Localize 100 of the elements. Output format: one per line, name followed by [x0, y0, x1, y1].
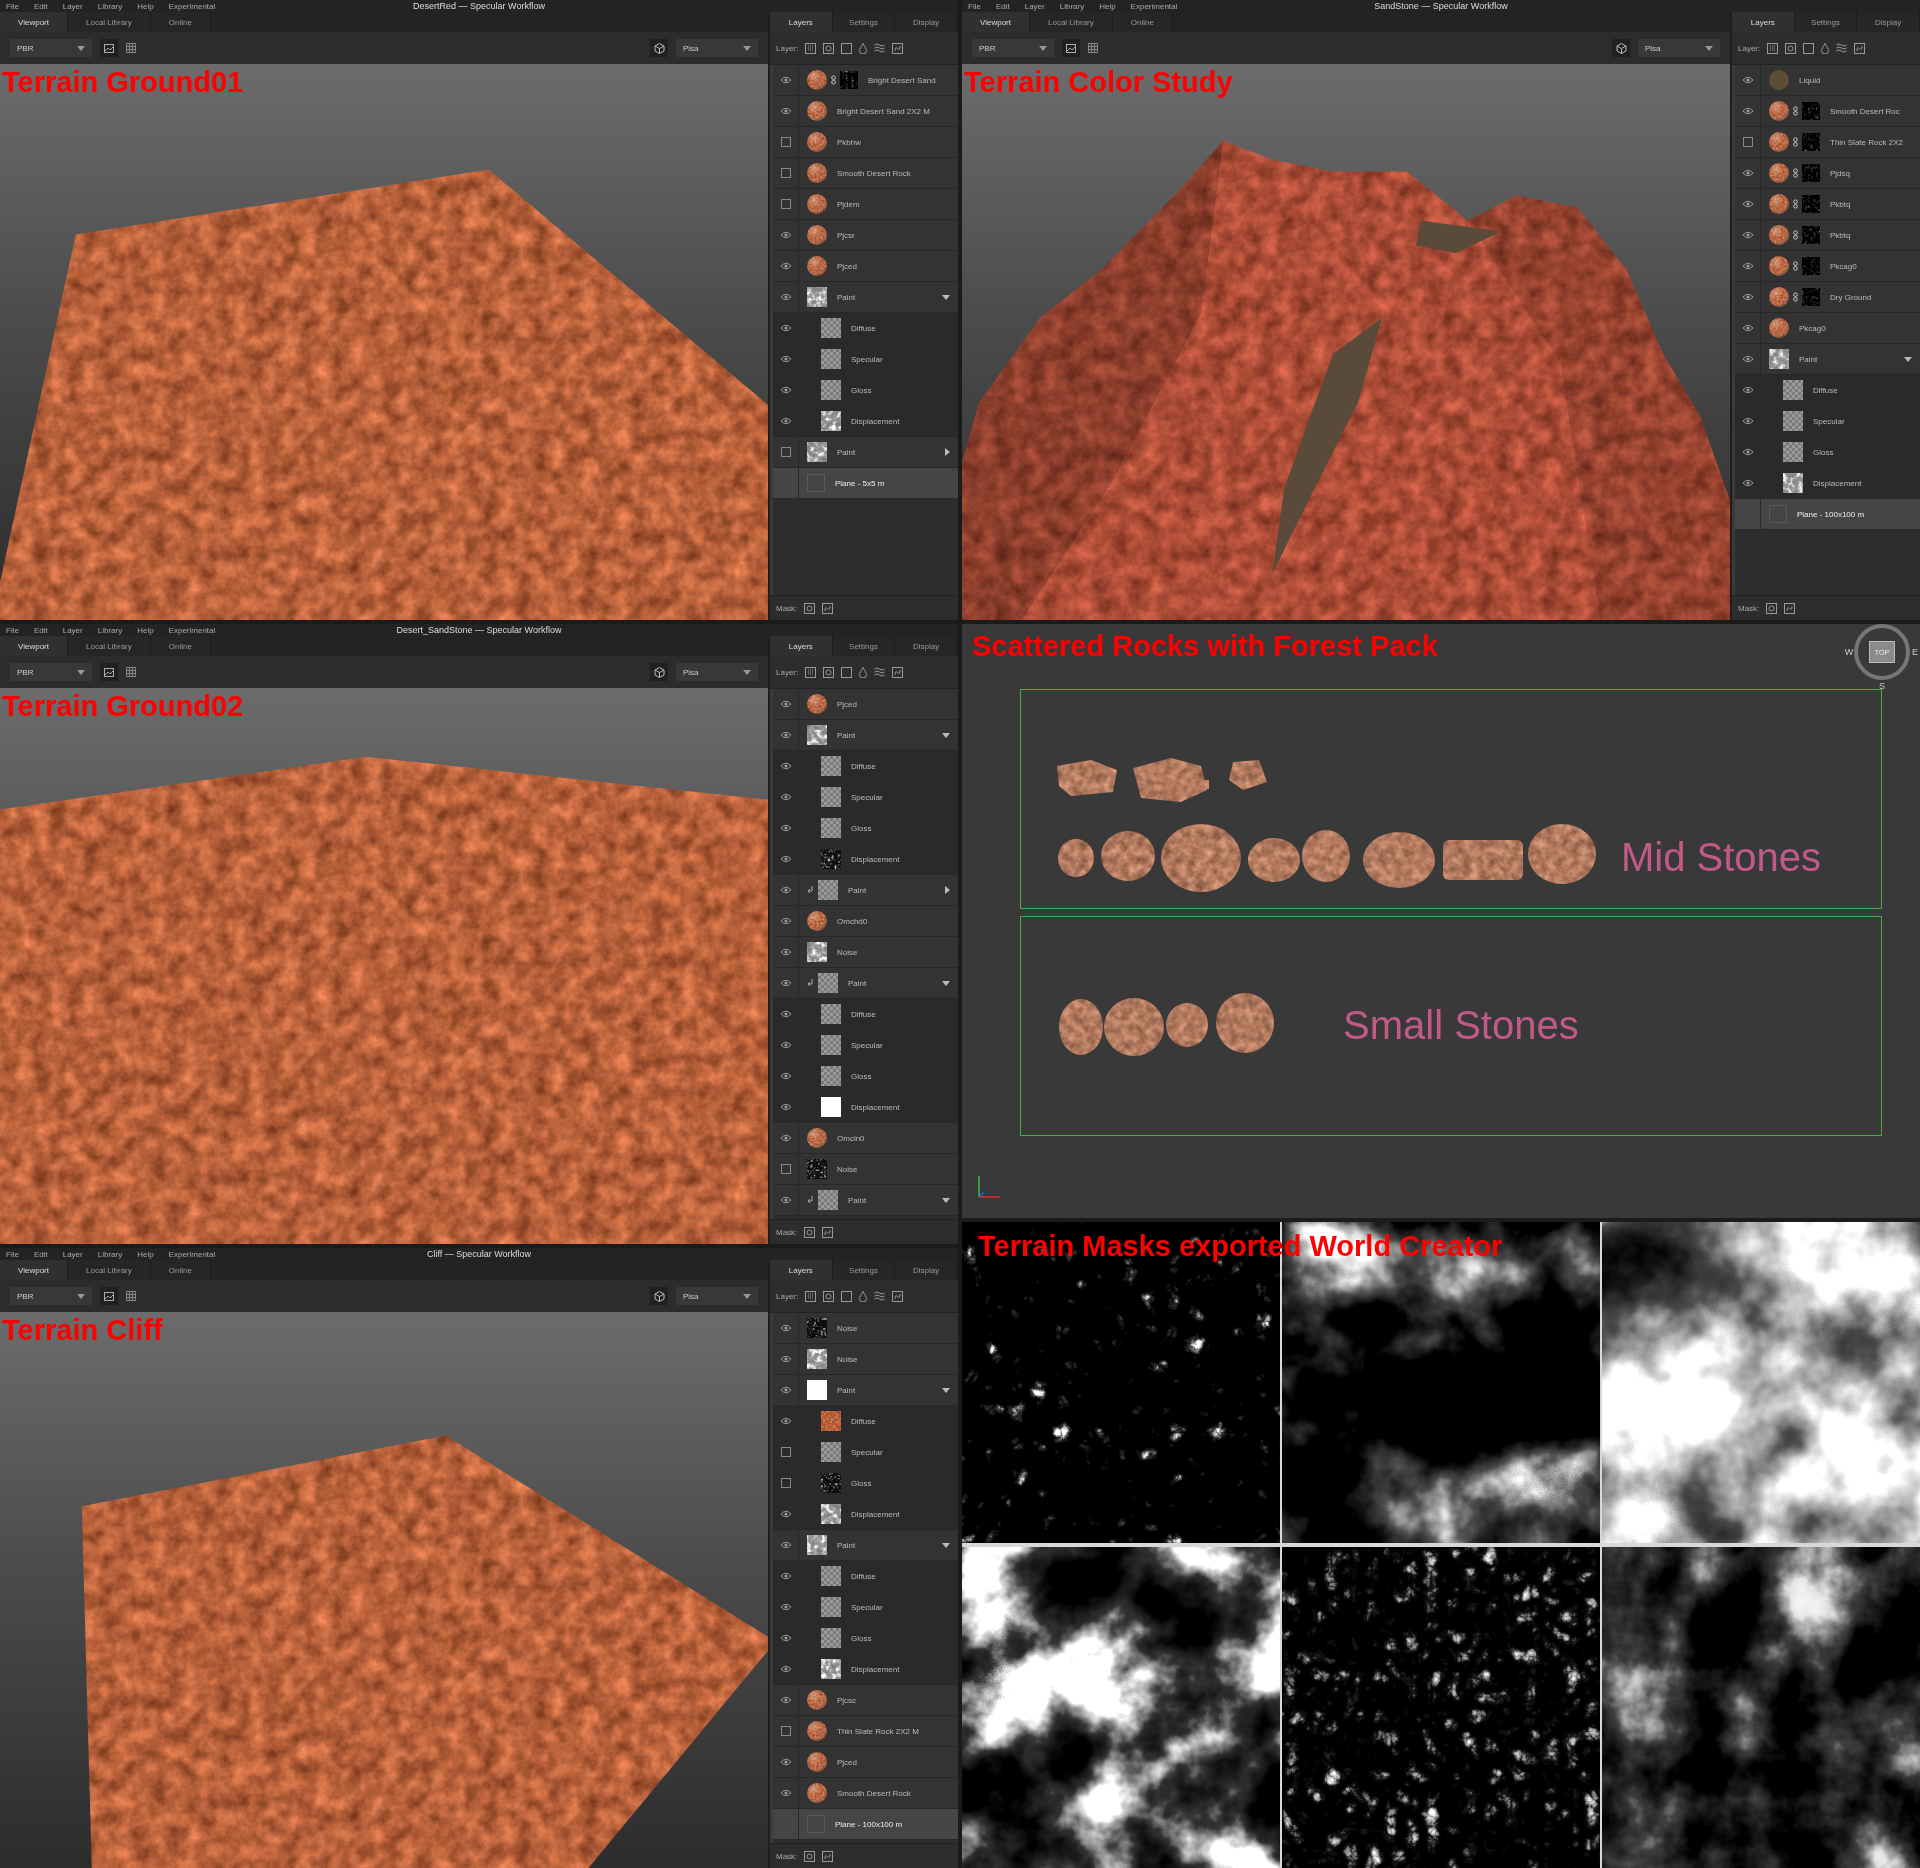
visibility-checkbox[interactable] — [780, 1447, 791, 1457]
layer-row[interactable]: Displacement — [773, 1092, 958, 1123]
curve-square-icon[interactable] — [822, 1850, 834, 1862]
curve-square-icon[interactable] — [892, 666, 904, 678]
environment-dropdown[interactable]: Pisa — [676, 663, 758, 681]
eye-icon[interactable] — [1741, 293, 1754, 301]
layer-row[interactable]: Plane - 100x100 m — [773, 1809, 958, 1840]
layer-row[interactable]: Gloss — [773, 813, 958, 844]
layer-row[interactable]: Gloss — [773, 375, 958, 406]
panel-tab[interactable]: Display — [1857, 12, 1920, 32]
curve-square-icon[interactable] — [822, 602, 834, 614]
grid-icon[interactable] — [1088, 43, 1098, 53]
eye-icon[interactable] — [1741, 200, 1754, 208]
caret-right-icon[interactable] — [945, 886, 950, 894]
layer-row[interactable]: Gloss — [773, 1061, 958, 1092]
layer-row[interactable]: Pkcag0 — [1735, 313, 1920, 344]
eye-icon[interactable] — [1741, 386, 1754, 394]
layer-row[interactable]: Thin Slate Rock 2X2 — [1735, 127, 1920, 158]
eye-icon[interactable] — [779, 1634, 792, 1642]
panel-tab[interactable]: Settings — [832, 12, 896, 32]
eye-icon[interactable] — [779, 948, 792, 956]
eye-icon[interactable] — [779, 1386, 792, 1394]
dotted-square-icon[interactable] — [1767, 42, 1779, 54]
eye-icon[interactable] — [779, 1196, 792, 1204]
layer-row[interactable]: Pjcsr — [773, 220, 958, 251]
layer-row[interactable]: Specular — [773, 1437, 958, 1468]
eye-icon[interactable] — [779, 1789, 792, 1797]
panel-tab[interactable]: Display — [895, 12, 958, 32]
view-tab[interactable]: Viewport — [0, 1260, 68, 1280]
visibility-checkbox[interactable] — [1742, 137, 1753, 147]
square-icon[interactable] — [841, 1290, 853, 1302]
layer-row[interactable]: Plane - 100x100 m — [1735, 499, 1920, 530]
menu-item[interactable]: File — [968, 1, 981, 11]
square-icon[interactable] — [841, 666, 853, 678]
cube-view-button[interactable] — [650, 39, 668, 57]
layer-row[interactable]: Pkbhw — [773, 127, 958, 158]
menu-item[interactable]: File — [6, 1, 19, 11]
eye-icon[interactable] — [1741, 324, 1754, 332]
layer-row[interactable]: Displacement — [773, 406, 958, 437]
view-tab[interactable]: Viewport — [0, 636, 68, 656]
waves-icon[interactable] — [874, 43, 886, 53]
eye-icon[interactable] — [779, 324, 792, 332]
eye-icon[interactable] — [779, 1665, 792, 1673]
layer-row[interactable]: Noise — [773, 1313, 958, 1344]
layer-row[interactable]: Paint — [773, 720, 958, 751]
grid-icon[interactable] — [126, 43, 136, 53]
visibility-checkbox[interactable] — [780, 199, 791, 209]
eye-icon[interactable] — [779, 700, 792, 708]
caret-down-icon[interactable] — [942, 1387, 950, 1393]
eye-icon[interactable] — [1741, 479, 1754, 487]
layer-row[interactable]: Diffuse — [773, 1561, 958, 1592]
layer-row[interactable]: Pjcsc — [773, 1685, 958, 1716]
menu-item[interactable]: Layer — [62, 1249, 83, 1259]
layer-row[interactable]: Pkbtq — [1735, 189, 1920, 220]
menu-item[interactable]: Edit — [33, 1249, 48, 1259]
eye-icon[interactable] — [1741, 448, 1754, 456]
layer-row[interactable]: Displacement — [1735, 468, 1920, 499]
eye-icon[interactable] — [779, 107, 792, 115]
eye-icon[interactable] — [779, 762, 792, 770]
eye-icon[interactable] — [779, 1355, 792, 1363]
grid-icon[interactable] — [126, 1291, 136, 1301]
layer-row[interactable]: Diffuse — [1735, 375, 1920, 406]
menu-item[interactable]: Library — [1059, 1, 1085, 11]
menu-item[interactable]: Experimental — [168, 1249, 216, 1259]
eye-icon[interactable] — [779, 355, 792, 363]
menu-item[interactable]: Layer — [62, 625, 83, 635]
image-view-button[interactable] — [100, 39, 118, 57]
layer-row[interactable]: Bright Desert Sand 2X2 M — [773, 96, 958, 127]
caret-down-icon[interactable] — [1904, 356, 1912, 362]
menu-item[interactable]: Library — [97, 1249, 123, 1259]
waves-icon[interactable] — [874, 667, 886, 677]
layer-row[interactable]: Pkcag0 — [1735, 251, 1920, 282]
curve-square-icon[interactable] — [892, 42, 904, 54]
caret-down-icon[interactable] — [942, 732, 950, 738]
eye-icon[interactable] — [779, 824, 792, 832]
layer-row[interactable]: Liquid — [1735, 65, 1920, 96]
layer-row[interactable]: Bright Desert Sand — [773, 65, 958, 96]
layer-row[interactable]: Specular — [773, 1592, 958, 1623]
layer-row[interactable]: Noise — [773, 937, 958, 968]
circle-square-icon[interactable] — [804, 602, 816, 614]
circle-square-icon[interactable] — [1766, 602, 1778, 614]
eye-icon[interactable] — [779, 1541, 792, 1549]
eye-icon[interactable] — [1741, 262, 1754, 270]
layer-row[interactable]: Paint — [773, 1530, 958, 1561]
layer-row[interactable]: Smooth Desert Rock — [773, 1778, 958, 1809]
menu-item[interactable]: Experimental — [168, 1, 216, 11]
visibility-checkbox[interactable] — [780, 1726, 791, 1736]
layer-row[interactable]: Omcin0 — [773, 1123, 958, 1154]
layer-row[interactable]: Pjdsq — [1735, 158, 1920, 189]
layer-row[interactable]: Pjced — [773, 1747, 958, 1778]
drop-icon[interactable] — [859, 42, 868, 54]
caret-down-icon[interactable] — [942, 294, 950, 300]
panel-tab[interactable]: Settings — [832, 636, 896, 656]
waves-icon[interactable] — [1836, 43, 1848, 53]
view-tab[interactable]: Viewport — [962, 12, 1030, 32]
layer-row[interactable]: Specular — [773, 344, 958, 375]
layer-row[interactable]: Pjced — [773, 689, 958, 720]
eye-icon[interactable] — [779, 231, 792, 239]
eye-icon[interactable] — [779, 1072, 792, 1080]
menu-item[interactable]: Library — [97, 625, 123, 635]
